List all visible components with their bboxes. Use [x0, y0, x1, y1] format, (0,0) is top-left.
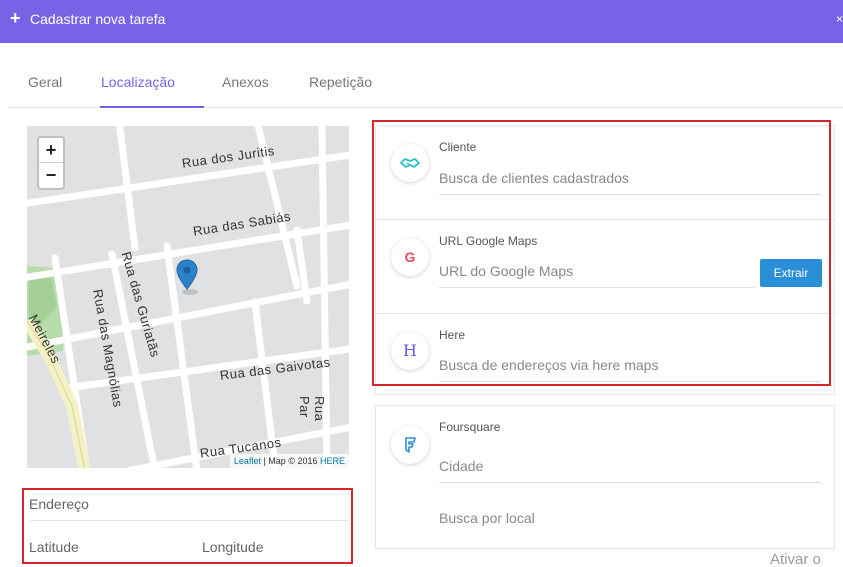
map-marker-icon[interactable]: [176, 259, 198, 295]
cliente-row: Cliente Busca de clientes cadastrados: [376, 126, 834, 220]
tab-anexos[interactable]: Anexos: [222, 73, 269, 91]
google-maps-url-input[interactable]: URL do Google Maps: [439, 263, 755, 288]
activation-watermark: Ativar o: [770, 551, 821, 567]
tab-bar: Geral Localização Anexos Repetição: [8, 62, 843, 108]
street-label: Rua Par: [297, 396, 327, 422]
tab-repeticao[interactable]: Repetição: [309, 73, 372, 91]
google-row: G URL Google Maps URL do Google Maps Ext…: [376, 220, 834, 314]
tab-geral[interactable]: Geral: [28, 73, 62, 91]
map-attribution: Leaflet | Map © 2016 HERE: [229, 454, 349, 468]
zoom-control: + −: [37, 136, 65, 190]
leaflet-link[interactable]: Leaflet: [234, 456, 261, 466]
google-maps-label: URL Google Maps: [439, 234, 538, 248]
address-fields: Endereço Latitude Longitude: [22, 488, 353, 564]
active-tab-indicator: [100, 106, 204, 108]
here-search-input[interactable]: Busca de endereços via here maps: [439, 357, 821, 382]
close-icon[interactable]: ×: [836, 12, 843, 26]
map-copyright: | Map © 2016: [263, 456, 318, 466]
top-bar: + Cadastrar nova tarefa ×: [0, 0, 843, 43]
google-icon: G: [391, 238, 429, 276]
endereco-field[interactable]: Endereço: [29, 496, 89, 512]
latitude-field[interactable]: Latitude: [29, 539, 79, 555]
map[interactable]: Rua dos Juritis Rua das Sabiás Rua das G…: [27, 126, 349, 468]
search-panel: Cliente Busca de clientes cadastrados G …: [375, 125, 835, 395]
divider: [30, 520, 349, 521]
here-row: H Here Busca de endereços via here maps: [376, 314, 834, 396]
cliente-label: Cliente: [439, 140, 477, 154]
handshake-icon: [391, 144, 429, 182]
cidade-input[interactable]: Cidade: [439, 458, 821, 483]
zoom-out-button[interactable]: −: [39, 163, 63, 188]
foursquare-panel: Foursquare Cidade Busca por local: [375, 405, 835, 549]
dialog-title: Cadastrar nova tarefa: [30, 11, 166, 27]
extrair-button[interactable]: Extrair: [760, 259, 822, 287]
plus-icon: +: [10, 8, 21, 28]
foursquare-label: Foursquare: [439, 420, 501, 434]
tab-localizacao[interactable]: Localização: [101, 73, 175, 91]
here-label: Here: [439, 328, 466, 342]
here-icon: H: [391, 332, 429, 370]
longitude-field[interactable]: Longitude: [202, 539, 264, 555]
local-search-input[interactable]: Busca por local: [439, 510, 821, 534]
cliente-search-input[interactable]: Busca de clientes cadastrados: [439, 170, 821, 195]
foursquare-icon: [391, 426, 429, 464]
zoom-in-button[interactable]: +: [39, 138, 63, 163]
here-link[interactable]: HERE: [320, 456, 345, 466]
